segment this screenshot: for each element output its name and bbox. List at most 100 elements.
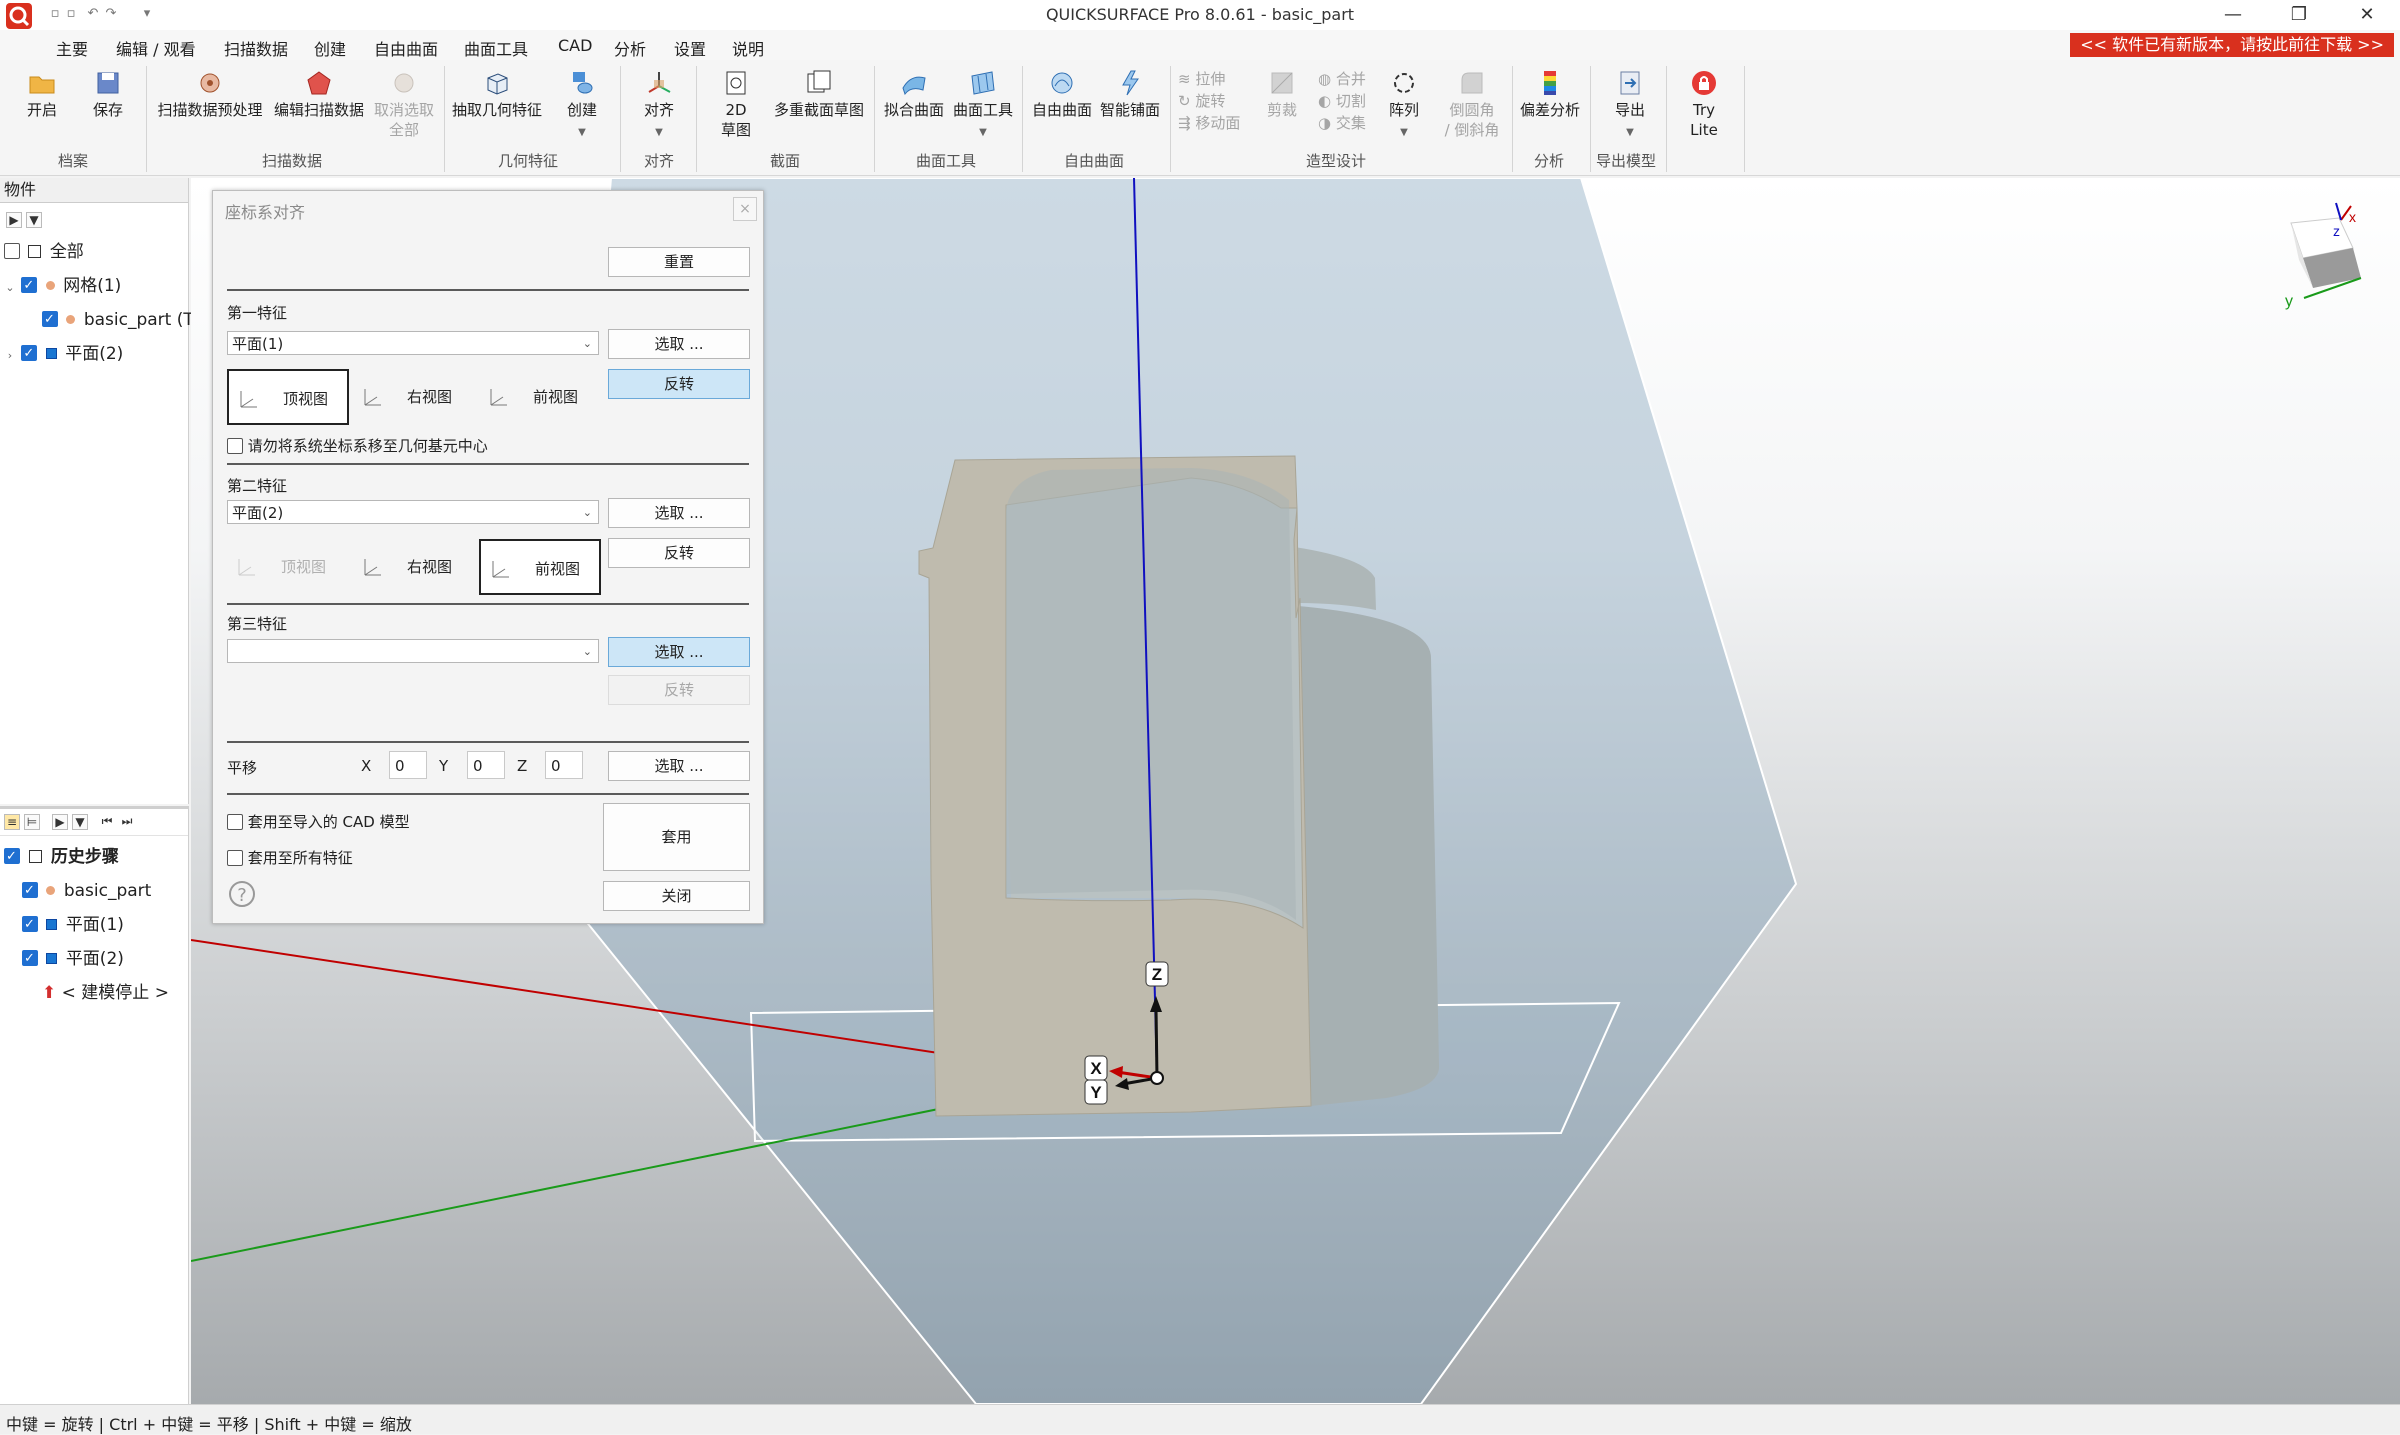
history-item-basic-part[interactable]: basic_part bbox=[22, 879, 151, 903]
freeform-button[interactable]: 自由曲面 bbox=[1028, 68, 1096, 120]
collapse-icon[interactable]: ⌄ bbox=[4, 276, 16, 300]
feature3-select-button[interactable]: 选取 ... bbox=[608, 637, 750, 667]
export-button[interactable]: 导出 ▼ bbox=[1610, 68, 1650, 140]
view-cube[interactable]: x z y bbox=[2285, 202, 2362, 310]
update-banner[interactable]: << 软件已有新版本，请按此前往下载 >> bbox=[2070, 33, 2394, 57]
move-face-button[interactable]: ⇶ 移动面 bbox=[1178, 112, 1240, 133]
checkbox-all[interactable] bbox=[4, 243, 20, 259]
history-item-plane1[interactable]: 平面(1) bbox=[22, 913, 124, 937]
fit-surface-button[interactable]: 拟合曲面 bbox=[880, 68, 948, 120]
checkbox-history-basic-part[interactable] bbox=[22, 879, 38, 903]
apply-all-option[interactable]: 套用至所有特征 bbox=[227, 847, 353, 868]
extrude-button[interactable]: ≋ 拉伸 bbox=[1178, 68, 1225, 89]
tree-item-all[interactable]: 全部 bbox=[4, 240, 84, 264]
menu-cad[interactable]: CAD bbox=[558, 36, 592, 55]
intersect-button[interactable]: ◑ 交集 bbox=[1318, 112, 1366, 133]
menu-surface-tools[interactable]: 曲面工具 bbox=[464, 36, 528, 60]
feature2-select[interactable]: 平面(2) ⌄ bbox=[227, 500, 599, 524]
checkbox-basic-part[interactable] bbox=[42, 308, 58, 332]
menu-analysis[interactable]: 分析 bbox=[614, 36, 646, 60]
translate-y-input[interactable]: 0 bbox=[467, 751, 505, 779]
feature2-view-top[interactable]: 顶视图 bbox=[227, 539, 349, 595]
scan-preprocess-button[interactable]: 扫描数据预处理 bbox=[154, 68, 266, 120]
feature1-view-right[interactable]: 右视图 bbox=[353, 369, 475, 425]
smart-surface-button[interactable]: 智能铺面 bbox=[1096, 68, 1164, 120]
checkbox-mesh[interactable] bbox=[21, 274, 38, 298]
align-button[interactable]: 对齐 ▼ bbox=[636, 68, 682, 140]
revolve-button[interactable]: ↻ 旋转 bbox=[1178, 90, 1225, 111]
cut-button[interactable]: ◐ 切割 bbox=[1318, 90, 1366, 111]
feature3-flip-button[interactable]: 反转 bbox=[608, 675, 750, 705]
deselect-all-button[interactable]: 取消选取全部 bbox=[370, 68, 438, 140]
menu-settings[interactable]: 设置 bbox=[674, 36, 706, 60]
extract-features-button[interactable]: 抽取几何特征 bbox=[448, 68, 546, 120]
origin-point[interactable] bbox=[1150, 1071, 1164, 1085]
minimize-button[interactable]: — bbox=[2200, 0, 2266, 30]
filter-icon[interactable]: ▼ bbox=[26, 212, 42, 228]
feature1-select[interactable]: 平面(1) ⌄ bbox=[227, 331, 599, 355]
apply-button[interactable]: 套用 bbox=[603, 803, 750, 871]
reset-button[interactable]: 重置 bbox=[608, 247, 750, 277]
deviation-analysis-button[interactable]: 偏差分析 bbox=[1516, 68, 1584, 120]
multi-section-sketch-button[interactable]: 多重截面草图 bbox=[770, 68, 868, 120]
history-root[interactable]: 历史步骤 bbox=[4, 845, 119, 869]
apply-cad-option[interactable]: 套用至导入的 CAD 模型 bbox=[227, 811, 410, 832]
open-button[interactable]: 开启 bbox=[22, 68, 62, 120]
expand-icon[interactable]: › bbox=[4, 344, 16, 368]
union-button[interactable]: ◍ 合并 bbox=[1318, 68, 1366, 89]
menu-help[interactable]: 说明 bbox=[732, 36, 764, 60]
tree-item-planes[interactable]: › 平面(2) bbox=[4, 342, 124, 368]
last-step-icon[interactable]: ⏭ bbox=[120, 814, 134, 828]
menu-scan-data[interactable]: 扫描数据 bbox=[224, 36, 288, 60]
first-step-icon[interactable]: ⏮ bbox=[100, 814, 114, 828]
history-tree-icon[interactable]: ⊨ bbox=[24, 814, 40, 830]
tree-item-mesh[interactable]: ⌄ 网格(1) bbox=[4, 274, 121, 298]
no-move-origin-checkbox[interactable] bbox=[227, 437, 243, 454]
surface-tools-button[interactable]: 曲面工具 ▼ bbox=[950, 68, 1016, 140]
try-lite-button[interactable]: Try Lite bbox=[1686, 68, 1722, 140]
feature2-select-button[interactable]: 选取 ... bbox=[608, 498, 750, 528]
feature2-view-front[interactable]: 前视图 bbox=[479, 539, 601, 595]
history-list-icon[interactable]: ≡ bbox=[4, 814, 20, 830]
trim-button[interactable]: 剪裁 bbox=[1262, 68, 1302, 120]
close-window-button[interactable]: ✕ bbox=[2334, 0, 2400, 30]
save-button[interactable]: 保存 bbox=[88, 68, 128, 120]
fillet-label-line1: 倒圆角 bbox=[1449, 101, 1495, 119]
translate-select-button[interactable]: 选取 ... bbox=[608, 751, 750, 781]
play-icon[interactable]: ▶ bbox=[52, 814, 68, 830]
translate-z-input[interactable]: 0 bbox=[545, 751, 583, 779]
feature1-view-top[interactable]: 顶视图 bbox=[227, 369, 349, 425]
history-filter-icon[interactable]: ▼ bbox=[72, 814, 88, 830]
part-side-surface[interactable] bbox=[1298, 606, 1440, 1106]
menu-edit-view[interactable]: 编辑 / 观看 bbox=[116, 36, 196, 60]
apply-cad-checkbox[interactable] bbox=[227, 813, 243, 830]
menu-freeform[interactable]: 自由曲面 bbox=[374, 36, 438, 60]
sketch-2d-button[interactable]: 2D 草图 bbox=[714, 68, 758, 140]
checkbox-history[interactable] bbox=[4, 845, 20, 869]
fillet-chamfer-button[interactable]: 倒圆角 / 倒斜角 bbox=[1440, 68, 1504, 140]
dialog-close-button[interactable]: × bbox=[733, 197, 757, 221]
apply-all-checkbox[interactable] bbox=[227, 849, 243, 866]
expand-all-icon[interactable]: ▶ bbox=[6, 212, 22, 228]
checkbox-history-plane1[interactable] bbox=[22, 913, 38, 937]
history-item-plane2[interactable]: 平面(2) bbox=[22, 947, 124, 971]
maximize-button[interactable]: ❐ bbox=[2266, 0, 2332, 30]
checkbox-planes[interactable] bbox=[21, 342, 38, 366]
help-icon[interactable]: ? bbox=[229, 881, 255, 907]
feature1-select-button[interactable]: 选取 ... bbox=[608, 329, 750, 359]
translate-x-input[interactable]: 0 bbox=[389, 751, 427, 779]
menu-create[interactable]: 创建 bbox=[314, 36, 346, 60]
feature2-view-right[interactable]: 右视图 bbox=[353, 539, 475, 595]
feature2-flip-button[interactable]: 反转 bbox=[608, 538, 750, 568]
tree-item-basic-part[interactable]: basic_part (T bbox=[42, 308, 194, 332]
create-button[interactable]: 创建 ▼ bbox=[560, 68, 604, 140]
history-stop-marker[interactable]: ⬆ < 建模停止 > bbox=[42, 981, 169, 1005]
feature3-select[interactable]: ⌄ bbox=[227, 639, 599, 663]
pattern-button[interactable]: 阵列 ▼ bbox=[1386, 68, 1422, 140]
feature1-view-front[interactable]: 前视图 bbox=[479, 369, 601, 425]
checkbox-history-plane2[interactable] bbox=[22, 947, 38, 971]
edit-scan-button[interactable]: 编辑扫描数据 bbox=[270, 68, 368, 120]
no-move-origin-option[interactable]: 请勿将系统坐标系移至几何基元中心 bbox=[227, 435, 488, 456]
feature1-flip-button[interactable]: 反转 bbox=[608, 369, 750, 399]
close-button[interactable]: 关闭 bbox=[603, 881, 750, 911]
